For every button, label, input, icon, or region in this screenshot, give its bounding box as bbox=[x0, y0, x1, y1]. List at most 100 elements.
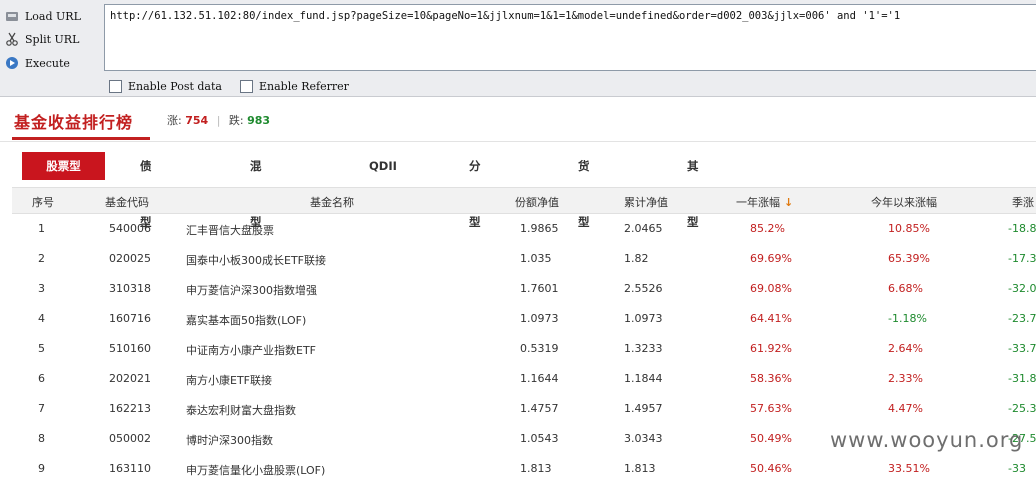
one-year-return: 50.49% bbox=[750, 432, 792, 445]
table-row[interactable]: 3 310318 申万菱信沪深300指数增强 1.7601 2.5526 69.08% 6.… bbox=[12, 274, 1036, 304]
page-title: 基金收益排行榜 bbox=[14, 113, 134, 132]
header-one-year[interactable]: 一年涨幅 ↓ bbox=[736, 194, 793, 210]
unit-nav: 1.9865 bbox=[520, 222, 559, 235]
table-row[interactable]: 9 163110 申万菱信量化小盘股票(LOF) 1.813 1.813 50.46% 33… bbox=[12, 454, 1036, 484]
play-icon bbox=[5, 56, 19, 70]
load-url-button[interactable]: Load URL bbox=[0, 5, 100, 27]
table-row[interactable]: 1 540006 汇丰晋信大盘股票 1.9865 2.0465 85.2% 10.85% -1… bbox=[12, 214, 1036, 244]
header-quarter[interactable]: 季涨 bbox=[1012, 194, 1034, 210]
post-checkbox-box[interactable] bbox=[109, 80, 122, 93]
execute-button[interactable]: Execute bbox=[0, 52, 100, 74]
up-label: 涨: bbox=[167, 114, 182, 127]
up-count: 754 bbox=[185, 114, 209, 127]
enable-post-checkbox[interactable]: Enable Post data bbox=[109, 80, 222, 93]
unit-nav: 1.0973 bbox=[520, 312, 559, 325]
stats-separator: | bbox=[216, 114, 221, 127]
tab-other[interactable]: 其他型 bbox=[687, 152, 699, 229]
market-stats: 涨: 754 | 跌: 983 bbox=[167, 112, 270, 128]
fund-name[interactable]: 汇丰晋信大盘股票 bbox=[186, 222, 274, 238]
one-year-return: 85.2% bbox=[750, 222, 785, 235]
fund-code: 020025 bbox=[109, 252, 151, 265]
quarter-return: -31.8 bbox=[1008, 372, 1036, 385]
header-ytd[interactable]: 今年以来涨幅 bbox=[871, 194, 937, 210]
fund-name[interactable]: 嘉实基本面50指数(LOF) bbox=[186, 312, 306, 328]
table-row[interactable]: 5 510160 中证南方小康产业指数ETF 0.5319 1.3233 61.92% 2.… bbox=[12, 334, 1036, 364]
split-url-button[interactable]: Split URL bbox=[0, 28, 100, 50]
fund-name[interactable]: 中证南方小康产业指数ETF bbox=[186, 342, 316, 358]
row-index: 4 bbox=[38, 312, 45, 325]
load-url-label: Load URL bbox=[25, 9, 81, 23]
ytd-return: 6.68% bbox=[888, 282, 923, 295]
header-unit-nav[interactable]: 份额净值 bbox=[515, 194, 559, 210]
tab-graded[interactable]: 分级型 bbox=[469, 152, 481, 229]
row-index: 7 bbox=[38, 402, 45, 415]
row-index: 3 bbox=[38, 282, 45, 295]
load-url-icon bbox=[5, 9, 19, 23]
sort-down-icon: ↓ bbox=[784, 196, 794, 209]
unit-nav: 1.7601 bbox=[520, 282, 559, 295]
tab-qdii[interactable]: QDII bbox=[369, 152, 397, 180]
watermark: www.wooyun.org bbox=[830, 428, 1024, 452]
header-accum-nav[interactable]: 累计净值 bbox=[624, 194, 668, 210]
table-row[interactable]: 4 160716 嘉实基本面50指数(LOF) 1.0973 1.0973 64.41% -… bbox=[12, 304, 1036, 334]
row-index: 1 bbox=[38, 222, 45, 235]
referrer-checkbox-box[interactable] bbox=[240, 80, 253, 93]
url-input[interactable]: http://61.132.51.102:80/index_fund.jsp?p… bbox=[104, 4, 1036, 71]
fund-name[interactable]: 南方小康ETF联接 bbox=[186, 372, 272, 388]
tab-money[interactable]: 货币型 bbox=[578, 152, 590, 229]
table-row[interactable]: 7 162213 泰达宏利财富大盘指数 1.4757 1.4957 57.63% 4.47%… bbox=[12, 394, 1036, 424]
table-row[interactable]: 2 020025 国泰中小板300成长ETF联接 1.035 1.82 69.69% 65.… bbox=[12, 244, 1036, 274]
one-year-return: 57.63% bbox=[750, 402, 792, 415]
quarter-return: -25.3 bbox=[1008, 402, 1036, 415]
header-code[interactable]: 基金代码 bbox=[105, 194, 149, 210]
header-one-year-label: 一年涨幅 bbox=[736, 196, 780, 209]
down-count: 983 bbox=[247, 114, 271, 127]
table-header: 序号 基金代码 基金名称 份额净值 累计净值 一年涨幅 ↓ 今年以来涨幅 季涨 bbox=[12, 187, 1036, 214]
title-row: 基金收益排行榜 涨: 754 | 跌: 983 bbox=[0, 97, 1036, 142]
accum-nav: 1.4957 bbox=[624, 402, 663, 415]
tab-stock[interactable]: 股票型 bbox=[22, 152, 105, 180]
one-year-return: 58.36% bbox=[750, 372, 792, 385]
header-index[interactable]: 序号 bbox=[32, 194, 54, 210]
ytd-return: -1.18% bbox=[888, 312, 927, 325]
row-index: 8 bbox=[38, 432, 45, 445]
tab-bond[interactable]: 债券型 bbox=[140, 152, 152, 229]
ytd-return: 65.39% bbox=[888, 252, 930, 265]
header-name[interactable]: 基金名称 bbox=[310, 194, 354, 210]
quarter-return: -17.3 bbox=[1008, 252, 1036, 265]
fund-name[interactable]: 博时沪深300指数 bbox=[186, 432, 273, 448]
scissors-icon bbox=[5, 32, 19, 46]
accum-nav: 2.5526 bbox=[624, 282, 663, 295]
fund-name[interactable]: 泰达宏利财富大盘指数 bbox=[186, 402, 296, 418]
unit-nav: 1.1644 bbox=[520, 372, 559, 385]
quarter-return: -18.8 bbox=[1008, 222, 1036, 235]
title-underline bbox=[12, 137, 150, 140]
row-index: 6 bbox=[38, 372, 45, 385]
fund-code: 162213 bbox=[109, 402, 151, 415]
unit-nav: 1.0543 bbox=[520, 432, 559, 445]
fund-code: 050002 bbox=[109, 432, 151, 445]
accum-nav: 1.1844 bbox=[624, 372, 663, 385]
fund-name[interactable]: 国泰中小板300成长ETF联接 bbox=[186, 252, 326, 268]
fund-code: 510160 bbox=[109, 342, 151, 355]
enable-referrer-checkbox[interactable]: Enable Referrer bbox=[240, 80, 349, 93]
one-year-return: 69.08% bbox=[750, 282, 792, 295]
accum-nav: 3.0343 bbox=[624, 432, 663, 445]
ytd-return: 2.33% bbox=[888, 372, 923, 385]
unit-nav: 0.5319 bbox=[520, 342, 559, 355]
split-url-label: Split URL bbox=[25, 32, 80, 46]
down-label: 跌: bbox=[228, 114, 244, 127]
accum-nav: 1.3233 bbox=[624, 342, 663, 355]
fund-name[interactable]: 申万菱信量化小盘股票(LOF) bbox=[186, 462, 325, 478]
tab-mixed[interactable]: 混合型 bbox=[250, 152, 262, 229]
one-year-return: 61.92% bbox=[750, 342, 792, 355]
unit-nav: 1.035 bbox=[520, 252, 552, 265]
execute-label: Execute bbox=[25, 56, 70, 70]
ytd-return: 4.47% bbox=[888, 402, 923, 415]
table-row[interactable]: 6 202021 南方小康ETF联接 1.1644 1.1844 58.36% 2.33% -… bbox=[12, 364, 1036, 394]
unit-nav: 1.4757 bbox=[520, 402, 559, 415]
fund-ranking-page: 基金收益排行榜 涨: 754 | 跌: 983 股票型 债券型 混合型 QDII… bbox=[0, 97, 1036, 477]
row-index: 2 bbox=[38, 252, 45, 265]
fund-code: 540006 bbox=[109, 222, 151, 235]
fund-name[interactable]: 申万菱信沪深300指数增强 bbox=[186, 282, 317, 298]
